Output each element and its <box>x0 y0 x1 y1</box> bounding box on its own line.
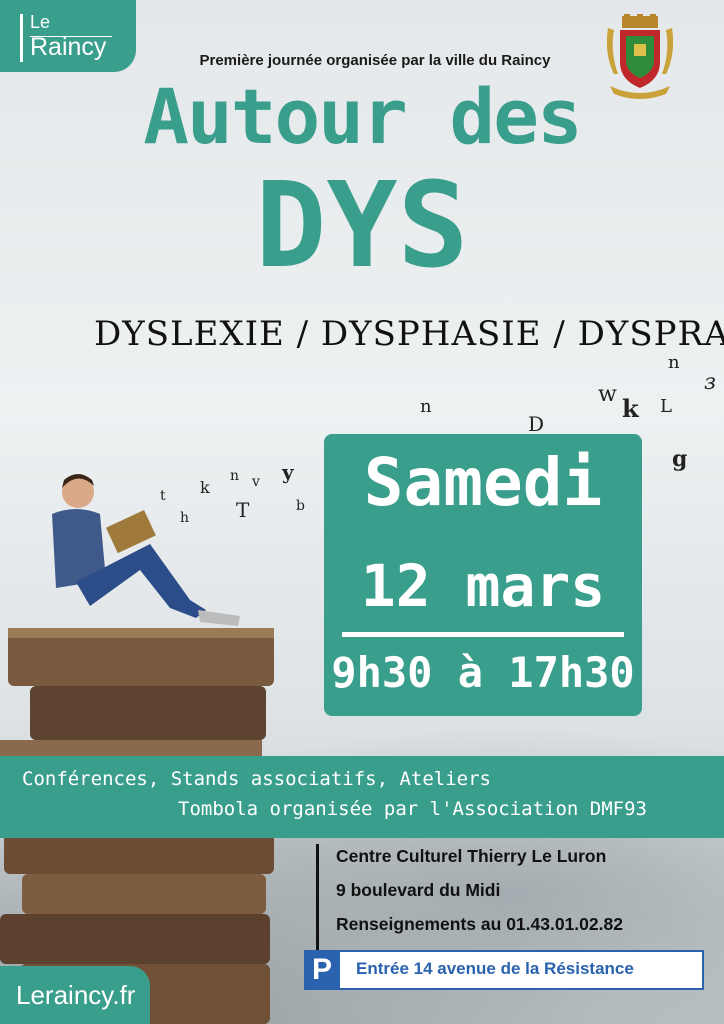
scatter-letter: L <box>660 396 672 417</box>
parking-text: Entrée 14 avenue de la Résistance <box>356 959 634 978</box>
venue-info: Centre Culturel Thierry Le Luron 9 boule… <box>316 840 724 960</box>
scatter-letter: T <box>236 498 250 522</box>
venue-bar <box>316 844 319 952</box>
date-date: 12 mars <box>360 552 606 620</box>
dys-types: DYSLEXIE / DYSPHASIE / DYSPRAXIE <box>94 314 724 354</box>
scatter-letter: w <box>598 382 617 407</box>
date-hours: 9h30 à 17h30 <box>331 648 635 697</box>
scatter-letter: v <box>252 474 260 490</box>
logo-raincy-text: Raincy <box>30 33 107 61</box>
title-line1: Autour des <box>143 72 583 161</box>
scatter-letter: n <box>420 396 432 417</box>
scatter-letter: y <box>282 460 294 484</box>
scatter-letter: D <box>528 412 545 436</box>
parking-info: P Entrée 14 avenue de la Résistance <box>304 950 704 990</box>
parking-icon: P <box>304 950 340 990</box>
title-line2: DYS <box>255 156 469 294</box>
venue-phone: Renseignements au 01.43.01.02.82 <box>336 914 623 934</box>
raincy-logo: Le Raincy <box>0 0 136 72</box>
scatter-letter: t <box>160 488 166 504</box>
scatter-letter: з <box>704 370 716 395</box>
scatter-letter: n <box>668 352 680 373</box>
scatter-letter: h <box>180 510 190 526</box>
logo-bar <box>20 14 23 62</box>
website-link[interactable]: Leraincy.fr <box>16 980 135 1011</box>
activities-line1: Conférences, Stands associatifs, Atelier… <box>22 768 491 790</box>
website-box: Leraincy.fr <box>0 966 150 1024</box>
venue-address: 9 boulevard du Midi <box>336 880 501 900</box>
scatter-letter: n <box>230 468 240 484</box>
poster: Le Raincy Première journée organisée par… <box>0 0 724 1024</box>
boy-reading-illustration <box>52 474 240 626</box>
venue-name: Centre Culturel Thierry Le Luron <box>336 846 607 866</box>
scatter-letter: k <box>200 478 210 497</box>
scatter-letter: k <box>622 394 639 423</box>
date-day: Samedi <box>363 444 603 521</box>
logo-le-text: Le <box>30 12 51 32</box>
date-divider <box>342 632 624 637</box>
activities-band: Conférences, Stands associatifs, Atelier… <box>0 756 724 838</box>
scatter-letter: b <box>296 498 305 514</box>
activities-line2: Tombola organisée par l'Association DMF9… <box>178 798 647 820</box>
subtitle: Première journée organisée par la ville … <box>199 52 551 69</box>
scatter-letter: g <box>672 446 688 472</box>
date-panel: Samedi 12 mars 9h30 à 17h30 <box>324 434 642 716</box>
